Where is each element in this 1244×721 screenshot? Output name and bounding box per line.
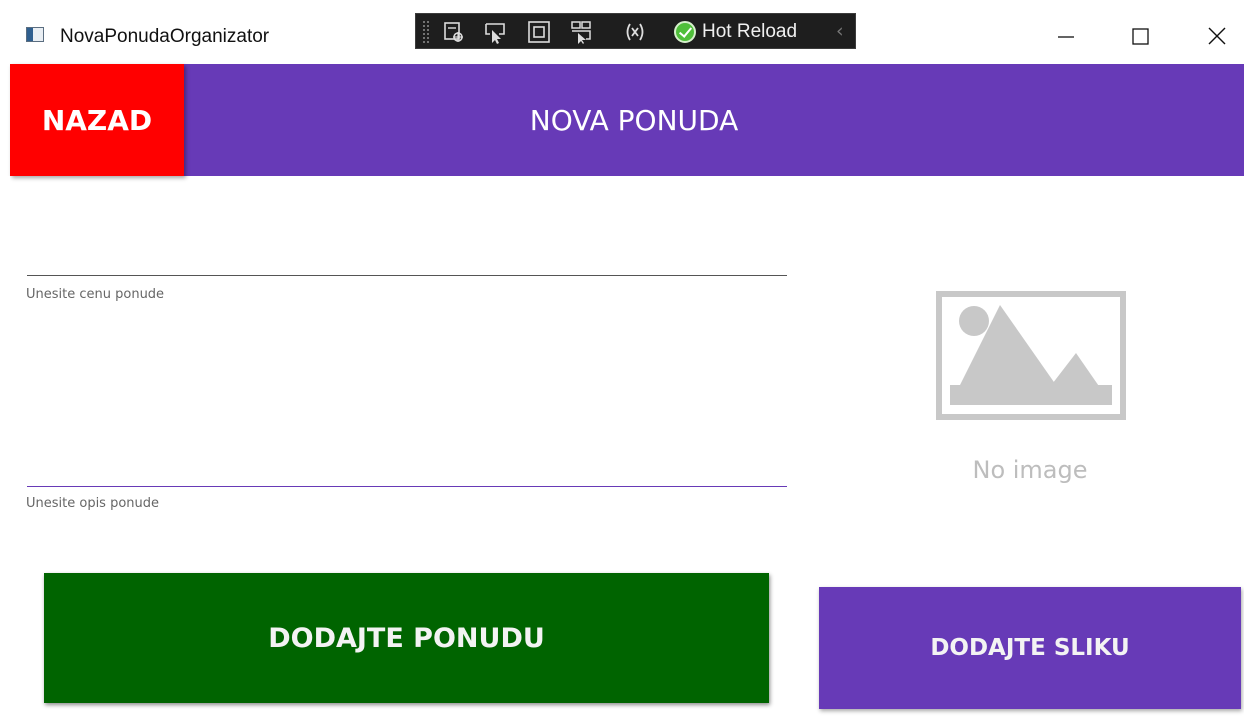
window-left-edge: [0, 176, 10, 721]
back-button[interactable]: NAZAD: [10, 64, 184, 176]
window-title-bar[interactable]: NovaPonudaOrganizator Hot Reload ‹: [0, 0, 1244, 64]
close-window-button[interactable]: [1196, 16, 1236, 56]
maximize-button[interactable]: [1120, 16, 1160, 56]
add-image-button[interactable]: DODAJTE SLIKU: [819, 587, 1241, 709]
hot-reload-button[interactable]: Hot Reload: [674, 19, 797, 45]
track-focused-element-icon[interactable]: [526, 19, 552, 45]
price-input[interactable]: [27, 236, 787, 276]
price-helper-text: Unesite cenu ponude: [26, 287, 165, 302]
window-title: NovaPonudaOrganizator: [60, 26, 270, 47]
page-title: NOVA PONUDA: [529, 103, 739, 137]
app-window-icon: [26, 27, 44, 42]
xaml-debug-toolbar: Hot Reload ‹: [415, 13, 856, 49]
select-element-icon[interactable]: [440, 19, 466, 45]
toolbar-grip-icon[interactable]: [422, 20, 430, 44]
no-image-label: No image: [972, 456, 1088, 484]
minimize-button[interactable]: [1046, 16, 1086, 56]
hot-reload-status-icon: [674, 21, 696, 43]
add-offer-button[interactable]: DODAJTE PONUDU: [44, 573, 769, 703]
display-layout-adorners-icon[interactable]: [482, 19, 508, 45]
hot-reload-label: Hot Reload: [702, 21, 798, 42]
binding-failures-icon[interactable]: [622, 19, 648, 45]
live-visual-tree-icon[interactable]: [568, 19, 594, 45]
no-image-placeholder-icon: [936, 291, 1126, 420]
description-helper-text: Unesite opis ponude: [26, 496, 160, 511]
collapse-toolbar-chevron-icon[interactable]: ‹: [836, 20, 844, 42]
description-input[interactable]: [27, 312, 787, 487]
